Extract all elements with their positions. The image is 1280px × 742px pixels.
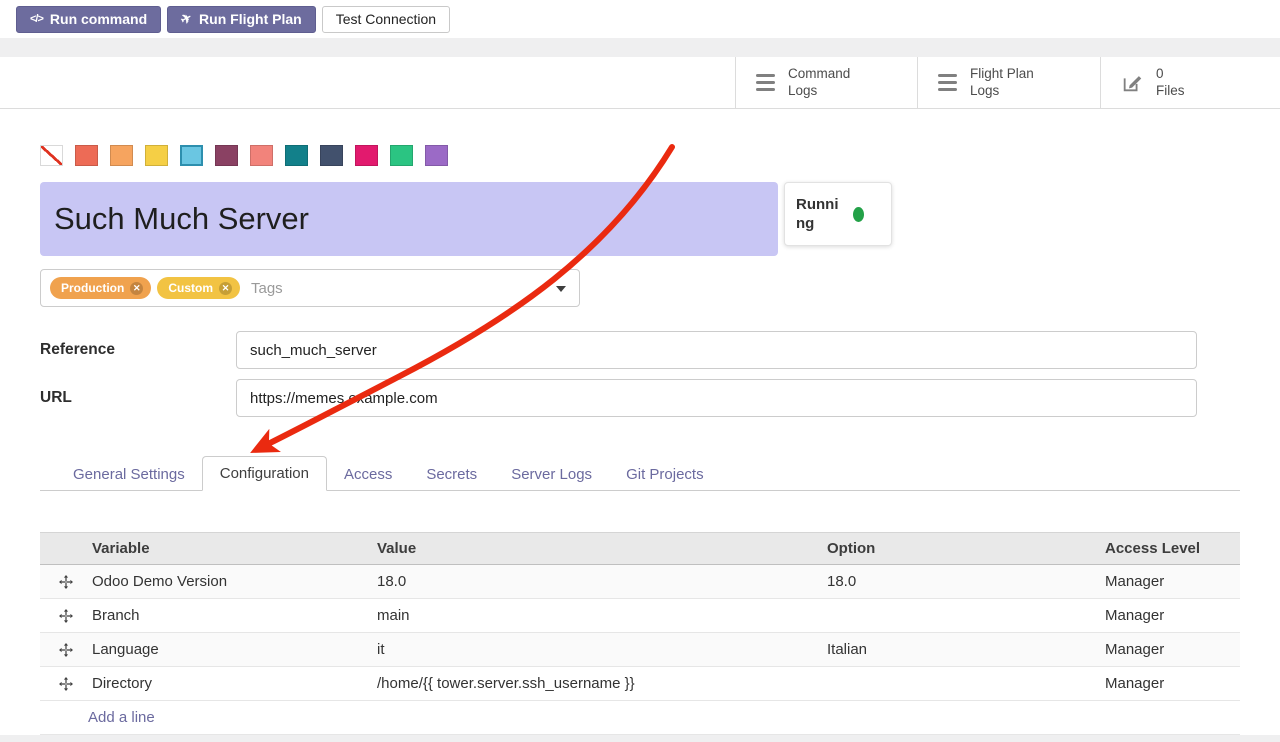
cell-value[interactable]: /home/{{ tower.server.ssh_username }} (365, 675, 815, 692)
table-row[interactable]: Branch main Manager (40, 599, 1240, 633)
color-swatch-teal[interactable] (285, 145, 308, 166)
tab-general-settings[interactable]: General Settings (56, 458, 202, 491)
url-input[interactable]: https://memes.example.com (236, 379, 1197, 417)
tab-access[interactable]: Access (327, 458, 409, 491)
tags-placeholder: Tags (251, 280, 283, 297)
cell-access[interactable]: Manager (1093, 573, 1240, 590)
reference-label: Reference (40, 341, 236, 359)
url-field-row: URL https://memes.example.com (40, 379, 1240, 417)
color-swatch-magenta[interactable] (355, 145, 378, 166)
cell-variable[interactable]: Language (80, 641, 365, 658)
action-toolbar: </> Run command ✈ Run Flight Plan Test C… (0, 0, 1280, 38)
color-palette (40, 145, 1240, 166)
drag-handle-icon[interactable] (40, 575, 80, 589)
cell-variable[interactable]: Odoo Demo Version (80, 573, 365, 590)
stat-button-bar: Command Logs Flight Plan Logs 0 Files (0, 57, 1280, 109)
table-row[interactable]: Directory /home/{{ tower.server.ssh_user… (40, 667, 1240, 701)
command-logs-button[interactable]: Command Logs (735, 57, 917, 108)
cell-access[interactable]: Manager (1093, 675, 1240, 692)
color-swatch-plum[interactable] (215, 145, 238, 166)
tags-field[interactable]: Production ✕ Custom ✕ Tags (40, 269, 580, 307)
cell-value[interactable]: 18.0 (365, 573, 815, 590)
col-value: Value (365, 540, 815, 557)
reference-input[interactable]: such_much_server (236, 331, 1197, 369)
test-connection-label: Test Connection (336, 11, 436, 27)
tag-remove-icon[interactable]: ✕ (219, 282, 232, 295)
status-badge[interactable]: Running (784, 182, 892, 246)
dropdown-caret-icon[interactable] (556, 286, 566, 292)
command-logs-label: Command Logs (788, 66, 850, 98)
col-access-level: Access Level (1093, 540, 1240, 557)
page: </> Run command ✈ Run Flight Plan Test C… (0, 0, 1280, 742)
url-label: URL (40, 389, 236, 407)
top-divider-strip (0, 38, 1280, 57)
cell-variable[interactable]: Branch (80, 607, 365, 624)
title-row: Such Much Server Running (40, 182, 1240, 256)
color-swatch-cyan-selected[interactable] (180, 145, 203, 166)
color-swatch-yellow[interactable] (145, 145, 168, 166)
server-name-input[interactable]: Such Much Server (40, 182, 778, 256)
color-swatch-red[interactable] (75, 145, 98, 166)
status-green-dot-icon (853, 207, 864, 222)
cell-access[interactable]: Manager (1093, 641, 1240, 658)
cell-variable[interactable]: Directory (80, 675, 365, 692)
bottom-divider-strip (0, 735, 1280, 742)
color-swatch-orange[interactable] (110, 145, 133, 166)
run-command-button[interactable]: </> Run command (16, 6, 161, 33)
add-a-line-link[interactable]: Add a line (88, 709, 155, 726)
hamburger-icon (938, 74, 957, 92)
table-header-row: Variable Value Option Access Level (40, 532, 1240, 565)
add-line-row: Add a line (40, 701, 1240, 735)
color-swatch-green[interactable] (390, 145, 413, 166)
table-row[interactable]: Odoo Demo Version 18.0 18.0 Manager (40, 565, 1240, 599)
tag-remove-icon[interactable]: ✕ (130, 282, 143, 295)
code-icon: </> (30, 13, 43, 25)
run-command-label: Run command (50, 11, 147, 27)
tag-label: Custom (168, 281, 213, 295)
tag-label: Production (61, 281, 124, 295)
cell-access[interactable]: Manager (1093, 607, 1240, 624)
paper-plane-icon: ✈ (178, 9, 195, 28)
tag-pill-production[interactable]: Production ✕ (50, 277, 151, 299)
flight-plan-logs-button[interactable]: Flight Plan Logs (917, 57, 1100, 108)
col-variable: Variable (80, 540, 365, 557)
flight-plan-logs-label: Flight Plan Logs (970, 66, 1034, 98)
run-flight-plan-button[interactable]: ✈ Run Flight Plan (167, 6, 316, 33)
color-swatch-navy[interactable] (320, 145, 343, 166)
files-button[interactable]: 0 Files (1100, 57, 1280, 108)
status-label: Running (796, 195, 844, 234)
color-swatch-none[interactable] (40, 145, 63, 166)
cell-option[interactable]: 18.0 (815, 573, 1093, 590)
color-swatch-purple[interactable] (425, 145, 448, 166)
tab-secrets[interactable]: Secrets (409, 458, 494, 491)
color-swatch-salmon[interactable] (250, 145, 273, 166)
tab-server-logs[interactable]: Server Logs (494, 458, 609, 491)
files-label: 0 Files (1156, 66, 1185, 98)
hamburger-icon (756, 74, 775, 92)
drag-handle-icon[interactable] (40, 643, 80, 657)
form-content: Such Much Server Running Production ✕ Cu… (0, 145, 1280, 735)
drag-handle-icon[interactable] (40, 677, 80, 691)
variables-table: Variable Value Option Access Level Odoo … (40, 532, 1240, 735)
table-row[interactable]: Language it Italian Manager (40, 633, 1240, 667)
tab-configuration[interactable]: Configuration (202, 456, 327, 491)
test-connection-button[interactable]: Test Connection (322, 6, 450, 33)
cell-value[interactable]: main (365, 607, 815, 624)
reference-field-row: Reference such_much_server (40, 331, 1240, 369)
drag-handle-icon[interactable] (40, 609, 80, 623)
tab-git-projects[interactable]: Git Projects (609, 458, 721, 491)
notebook-tabs: General Settings Configuration Access Se… (40, 455, 1240, 491)
cell-value[interactable]: it (365, 641, 815, 658)
tag-pill-custom[interactable]: Custom ✕ (157, 277, 240, 299)
col-option: Option (815, 540, 1093, 557)
cell-option[interactable]: Italian (815, 641, 1093, 658)
run-flight-plan-label: Run Flight Plan (199, 11, 302, 27)
edit-pencil-icon (1121, 72, 1143, 94)
